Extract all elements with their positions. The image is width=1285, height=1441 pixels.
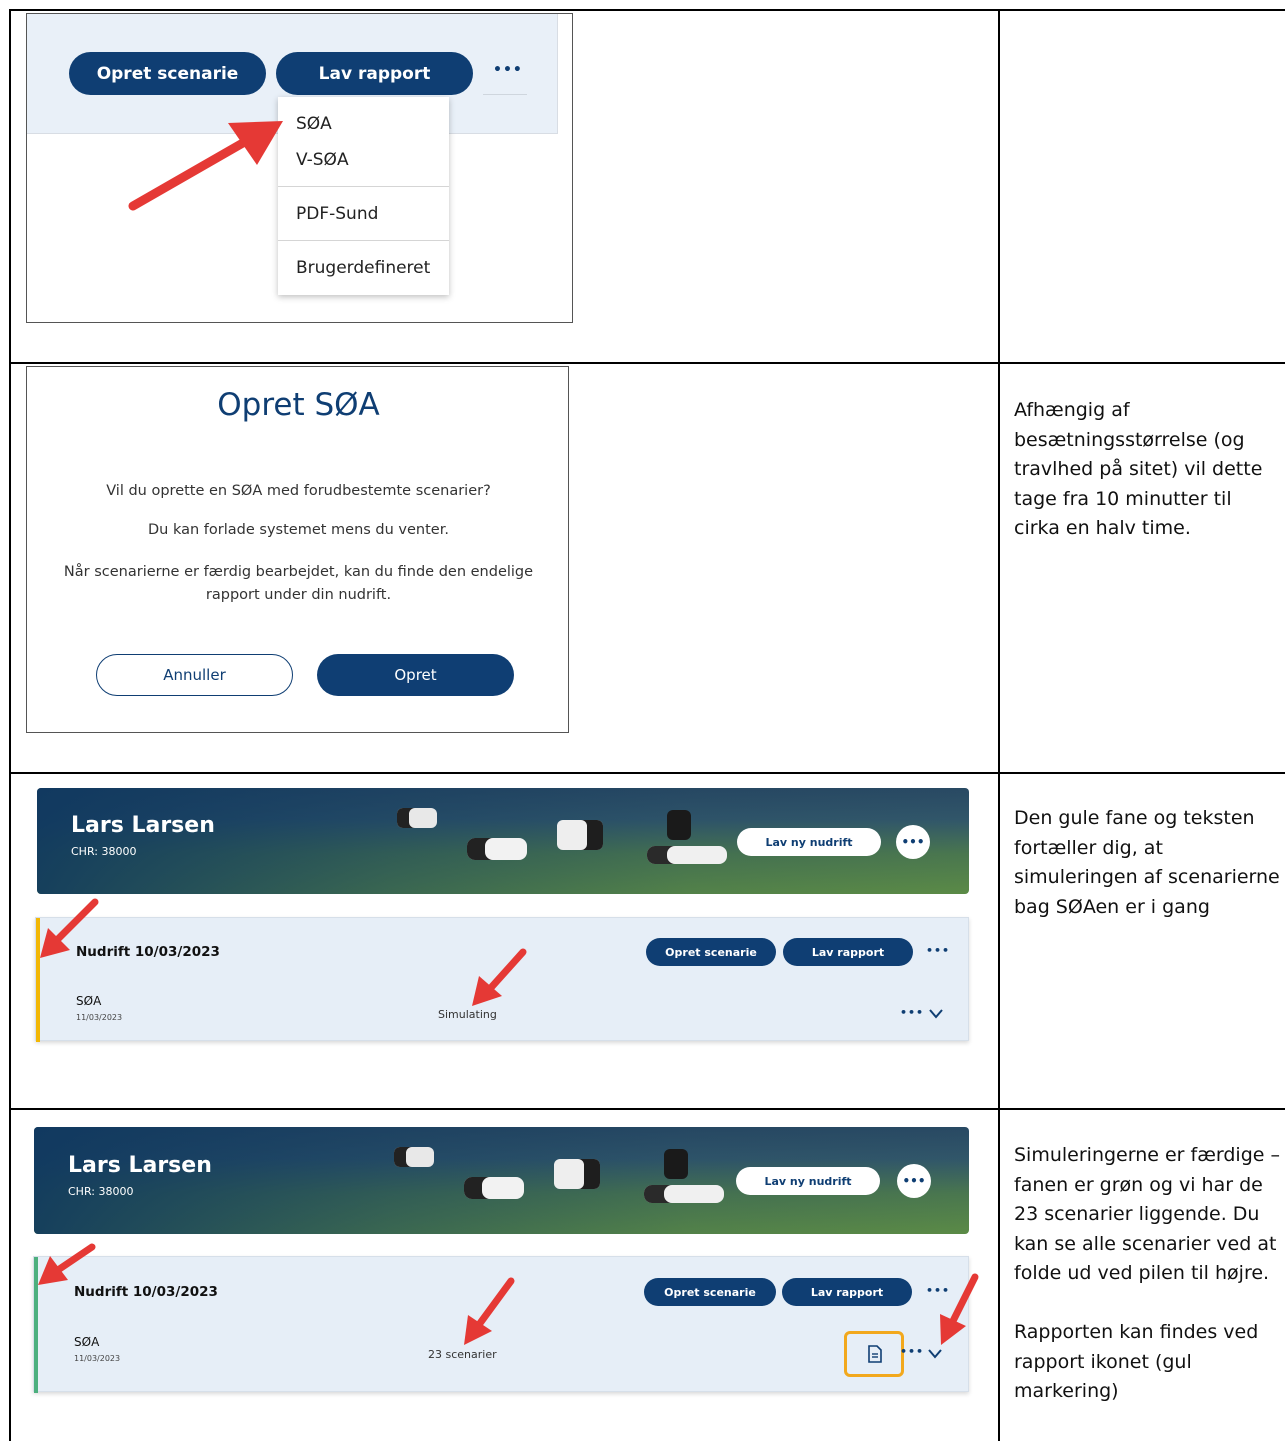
create-scenario-button[interactable]: Opret scenarie: [644, 1278, 776, 1306]
simulation-status: Simulating: [438, 1008, 497, 1021]
scenario-count: 23 scenarier: [428, 1348, 497, 1361]
table-row-divider-3: [9, 1108, 1285, 1110]
soa-label: SØA: [76, 994, 102, 1008]
report-menu-screenshot: Opret scenarie Lav rapport ••• SØA V-SØA…: [26, 13, 573, 323]
cow-image: [467, 838, 527, 860]
farm-more-button[interactable]: •••: [896, 825, 930, 859]
report-document-icon[interactable]: [868, 1345, 882, 1363]
report-dropdown-menu: SØA V-SØA PDF-Sund Brugerdefineret: [278, 97, 449, 295]
table-row-divider-2: [9, 772, 1285, 774]
create-scenario-button[interactable]: Opret scenarie: [646, 938, 776, 966]
menu-item-custom[interactable]: Brugerdefineret: [296, 258, 430, 278]
nudrift-card: Nudrift 10/03/2023 Opret scenarie Lav ra…: [35, 917, 969, 1042]
cow-image: [667, 810, 691, 840]
cow-image: [394, 1147, 434, 1167]
soa-date: 11/03/2023: [74, 1354, 121, 1363]
row-more-icon[interactable]: •••: [900, 1345, 924, 1358]
farm-banner: Lars Larsen CHR: 38000 Lav ny nudrift ••…: [34, 1127, 969, 1234]
card-more-icon[interactable]: •••: [926, 944, 950, 957]
new-nudrift-button[interactable]: Lav ny nudrift: [737, 828, 881, 856]
dialog-title: Opret SØA: [217, 387, 380, 423]
table-column-divider: [998, 9, 1000, 1441]
cancel-button[interactable]: Annuller: [96, 654, 293, 696]
menu-item-soa[interactable]: SØA: [296, 114, 332, 134]
farm-banner: Lars Larsen CHR: 38000 Lav ny nudrift ••…: [37, 788, 969, 894]
cow-image: [464, 1177, 524, 1199]
soa-label: SØA: [74, 1335, 100, 1349]
farm-more-button[interactable]: •••: [897, 1164, 931, 1198]
status-tab: [34, 1257, 38, 1393]
nudrift-title: Nudrift 10/03/2023: [76, 944, 220, 960]
row4-note: Simuleringerne er færdige – fanen er grø…: [1014, 1144, 1280, 1402]
table-border-top: [9, 9, 1285, 11]
nudrift-card: Nudrift 10/03/2023 Opret scenarie Lav ra…: [33, 1256, 969, 1393]
dialog-info-report: Når scenarierne er færdig bearbejdet, ka…: [63, 564, 534, 603]
cow-image: [647, 846, 727, 864]
status-tab: [36, 918, 40, 1042]
make-report-button[interactable]: Lav rapport: [276, 52, 473, 95]
make-report-button[interactable]: Lav rapport: [782, 1278, 912, 1306]
make-report-button[interactable]: Lav rapport: [783, 938, 913, 966]
farmer-name: Lars Larsen: [68, 1153, 212, 1178]
dialog-question: Vil du oprette en SØA med forudbestemte …: [106, 483, 491, 499]
dialog-info: Du kan forlade systemet mens du venter.: [148, 522, 449, 538]
chr-number: CHR: 38000: [68, 1185, 134, 1198]
cow-image: [397, 808, 437, 828]
table-border-left: [9, 9, 11, 1441]
menu-divider: [278, 186, 449, 187]
row3-note: Den gule fane og teksten fortæller dig, …: [1014, 807, 1280, 918]
nudrift-title: Nudrift 10/03/2023: [74, 1284, 218, 1300]
cow-image: [557, 820, 603, 850]
cow-image: [644, 1185, 724, 1203]
new-nudrift-button[interactable]: Lav ny nudrift: [736, 1167, 880, 1195]
cow-image: [664, 1149, 688, 1179]
table-row-divider-1: [9, 362, 1285, 364]
soa-date: 11/03/2023: [76, 1013, 123, 1022]
row2-note: Afhængig af besætningsstørrelse (og trav…: [1014, 399, 1263, 539]
create-scenario-button[interactable]: Opret scenarie: [69, 52, 266, 95]
chevron-down-icon[interactable]: [929, 1009, 943, 1019]
menu-divider: [278, 240, 449, 241]
menu-item-v-soa[interactable]: V-SØA: [296, 150, 349, 170]
chevron-down-icon[interactable]: [928, 1349, 942, 1359]
row-more-icon[interactable]: •••: [900, 1006, 924, 1019]
farmer-name: Lars Larsen: [71, 813, 215, 838]
card-more-icon[interactable]: •••: [926, 1284, 950, 1297]
cow-image: [554, 1159, 600, 1189]
chr-number: CHR: 38000: [71, 845, 137, 858]
more-button-underline: [483, 94, 527, 95]
confirm-create-button[interactable]: Opret: [317, 654, 514, 696]
more-options-icon[interactable]: •••: [493, 62, 523, 78]
menu-item-pdf-sund[interactable]: PDF-Sund: [296, 204, 378, 224]
create-soa-dialog: Opret SØA Vil du oprette en SØA med foru…: [26, 366, 569, 733]
